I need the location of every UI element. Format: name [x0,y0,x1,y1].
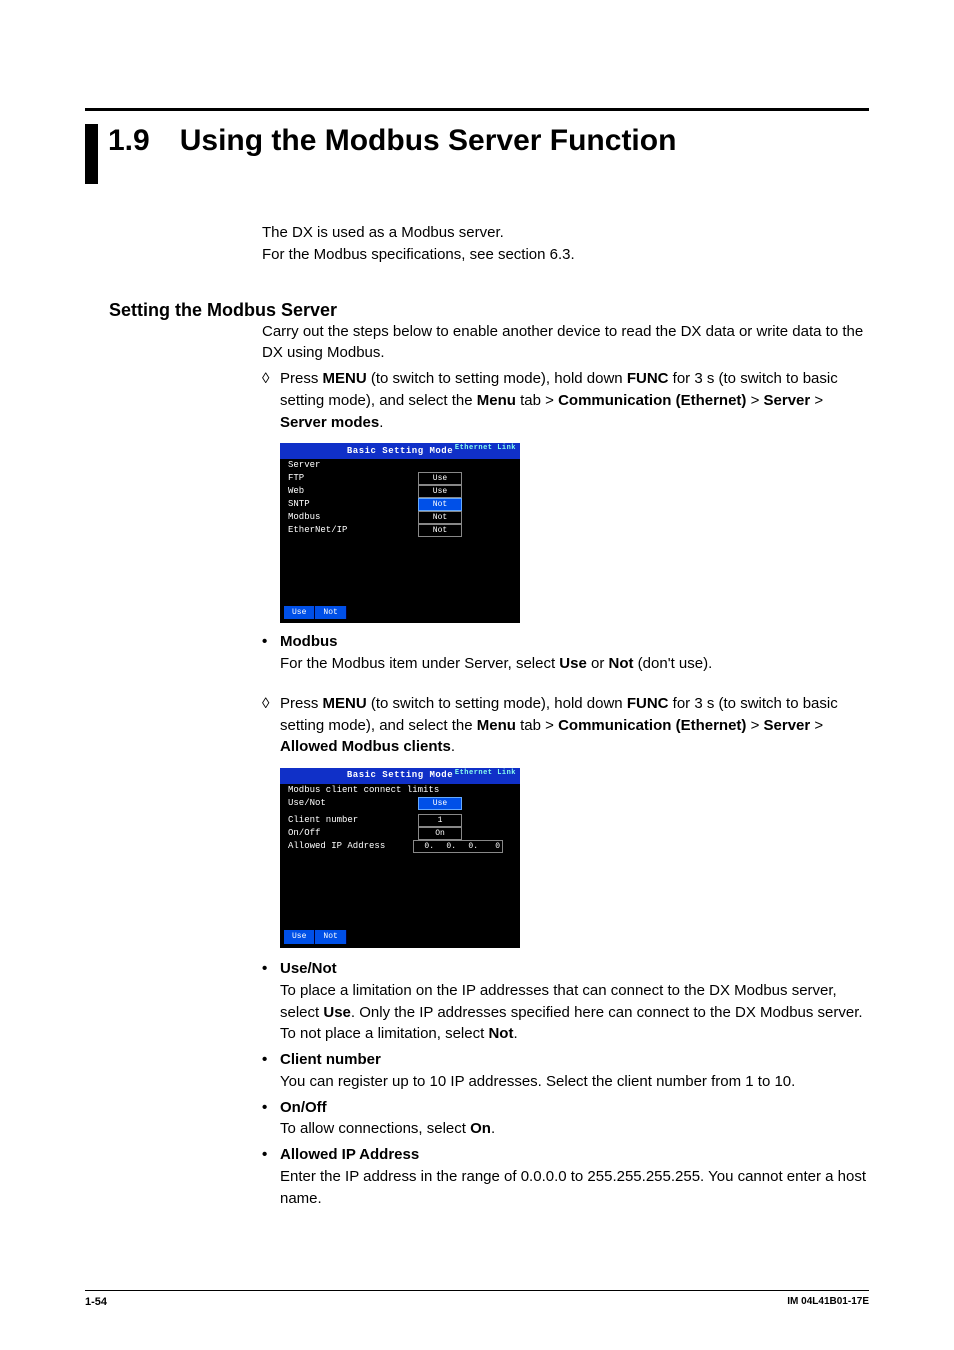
screen-row-value: Use [418,485,462,498]
intro-line-1: The DX is used as a Modbus server. [262,222,869,244]
screen-row: SNTPNot [280,498,520,511]
manual-code: IM 04L41B01-17E [787,1296,869,1308]
screenshot-allowed-clients: Basic Setting Mode Ethernet Link Modbus … [280,768,520,948]
screen-row-value: 1 [418,814,462,827]
clientnum-text: You can register up to 10 IP addresses. … [280,1071,869,1093]
screen-header: Basic Setting Mode Ethernet Link [280,443,520,459]
clientnum-bullet: • Client number [262,1049,869,1071]
section-heading: 1.9 Using the Modbus Server Function [85,124,869,184]
allowedip-bullet: • Allowed IP Address [262,1144,869,1166]
screen-row: On/OffOn [280,827,520,840]
screen-row-value: Use [418,472,462,485]
subsection-heading: Setting the Modbus Server [109,300,869,321]
section-title: Using the Modbus Server Function [180,124,677,157]
subsection-para: Carry out the steps below to enable anot… [262,321,869,365]
ip-segment: 0. [458,841,480,853]
screen-row-value: Not [418,524,462,537]
onoff-heading: On/Off [280,1097,327,1119]
usenot-bullet: • Use/Not [262,958,869,980]
screen-row-value: Not [418,498,462,511]
screen-footer-button: Use [284,606,315,620]
title-bar [85,124,98,184]
step-2: ◊ Press MENU (to switch to setting mode)… [262,693,869,758]
screen-title: Basic Setting Mode [347,445,453,458]
allowedip-text: Enter the IP address in the range of 0.0… [280,1166,869,1210]
screen-footer-button: Use [284,930,315,944]
bullet-icon: • [262,958,280,980]
screen-footer-buttons: UseNot [284,930,347,944]
screen-row-label: Client number [288,814,418,827]
screen-header: Basic Setting Mode Ethernet Link [280,768,520,784]
screen-row: ModbusNot [280,511,520,524]
screen-group-label: Modbus client connect limits [280,784,520,797]
bullet-icon: • [262,631,280,653]
screen-row-value: On [418,827,462,840]
bullet-icon: • [262,1049,280,1071]
usenot-heading: Use/Not [280,958,337,980]
screen-row: Use/NotUse [280,797,520,810]
allowedip-heading: Allowed IP Address [280,1144,419,1166]
ethernet-link-icon: Ethernet Link [455,445,516,452]
section-number: 1.9 [108,124,150,157]
screen-row-value: Not [418,511,462,524]
ip-segment: 0 [480,841,502,853]
page-number: 1-54 [85,1296,107,1308]
screen-row: Client number1 [280,814,520,827]
screen-row: FTPUse [280,472,520,485]
screen-ip-row: Allowed IP Address 0.0.0.0 [280,840,520,853]
screen-row-label: Web [288,485,418,498]
screen-row-label: EtherNet/IP [288,524,418,537]
step-1-text: Press MENU (to switch to setting mode), … [280,368,869,433]
screen-footer-button: Not [315,930,346,944]
screenshot-server-modes: Basic Setting Mode Ethernet Link Server … [280,443,520,623]
clientnum-heading: Client number [280,1049,381,1071]
ip-segment: 0. [436,841,458,853]
modbus-heading: Modbus [280,631,338,653]
screen-group-label: Server [280,459,520,472]
screen-row-value: Use [418,797,462,810]
modbus-text: For the Modbus item under Server, select… [280,653,869,675]
diamond-icon: ◊ [262,368,280,433]
screen-footer-button: Not [315,606,346,620]
screen-row-label: On/Off [288,827,418,840]
intro-line-2: For the Modbus specifications, see secti… [262,244,869,266]
usenot-text: To place a limitation on the IP addresse… [280,980,869,1045]
screen-row-label: Use/Not [288,797,418,810]
top-rule [85,108,869,111]
page-footer: 1-54 IM 04L41B01-17E [85,1290,869,1308]
screen-row: WebUse [280,485,520,498]
bullet-icon: • [262,1097,280,1119]
ip-value-box: 0.0.0.0 [413,840,503,853]
onoff-bullet: • On/Off [262,1097,869,1119]
diamond-icon: ◊ [262,693,280,758]
onoff-text: To allow connections, select On. [280,1118,869,1140]
step-1: ◊ Press MENU (to switch to setting mode)… [262,368,869,433]
ip-label: Allowed IP Address [288,840,413,853]
step-2-text: Press MENU (to switch to setting mode), … [280,693,869,758]
screen-title: Basic Setting Mode [347,769,453,782]
screen-row-label: FTP [288,472,418,485]
bullet-icon: • [262,1144,280,1166]
ethernet-link-icon: Ethernet Link [455,770,516,777]
screen-row-label: Modbus [288,511,418,524]
ip-segment: 0. [414,841,436,853]
screen-footer-buttons: UseNot [284,606,347,620]
modbus-bullet: • Modbus [262,631,869,653]
screen-row: EtherNet/IPNot [280,524,520,537]
intro-block: The DX is used as a Modbus server. For t… [262,222,869,266]
screen-row-label: SNTP [288,498,418,511]
